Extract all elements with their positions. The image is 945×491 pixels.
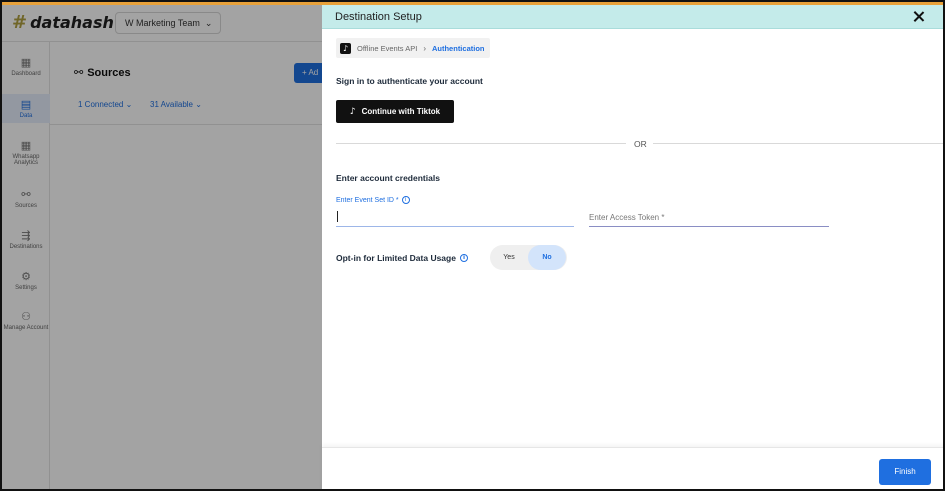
chevron-right-icon: › (423, 43, 426, 53)
toggle-option-yes[interactable]: Yes (490, 245, 528, 270)
screen-frame: # datahash W Marketing Team ⌄ ▦ Dashboar… (0, 0, 945, 491)
finish-button[interactable]: Finish (879, 459, 931, 485)
event-set-id-input[interactable] (336, 208, 574, 227)
event-set-id-label: Enter Event Set ID * i (336, 196, 410, 204)
tiktok-icon: ♪ (340, 42, 351, 54)
or-text: OR (634, 139, 647, 149)
toggle-option-no[interactable]: No (528, 245, 566, 270)
credentials-heading: Enter account credentials (336, 173, 440, 183)
text-cursor (337, 211, 338, 222)
sign-in-heading: Sign in to authenticate your account (336, 76, 483, 86)
tiktok-icon: ♪ (349, 106, 356, 117)
drawer-footer: Finish (322, 447, 943, 489)
divider (653, 143, 943, 144)
breadcrumb-active: Authentication (431, 43, 485, 53)
continue-with-tiktok-button[interactable]: ♪ Continue with Tiktok (336, 100, 454, 123)
event-set-id-label-text: Enter Event Set ID * (336, 196, 399, 204)
breadcrumb: ♪ Offline Events API › Authentication (336, 38, 491, 58)
top-accent-line (2, 2, 943, 5)
breadcrumb-item[interactable]: Offline Events API (357, 44, 417, 53)
access-token-input[interactable] (589, 208, 829, 227)
opt-in-label: Opt-in for Limited Data Usage i (336, 253, 468, 263)
info-icon[interactable]: i (459, 254, 468, 262)
close-icon[interactable] (911, 9, 927, 25)
limited-data-usage-toggle: Yes No (490, 245, 567, 270)
destination-setup-drawer: Destination Setup ♪ Offline Events API ›… (322, 5, 943, 489)
divider (336, 143, 626, 144)
drawer-header: Destination Setup (322, 5, 943, 29)
tiktok-button-label: Continue with Tiktok (361, 107, 441, 116)
drawer-title: Destination Setup (335, 11, 422, 23)
opt-in-label-text: Opt-in for Limited Data Usage (336, 253, 456, 263)
info-icon[interactable]: i (401, 196, 410, 204)
